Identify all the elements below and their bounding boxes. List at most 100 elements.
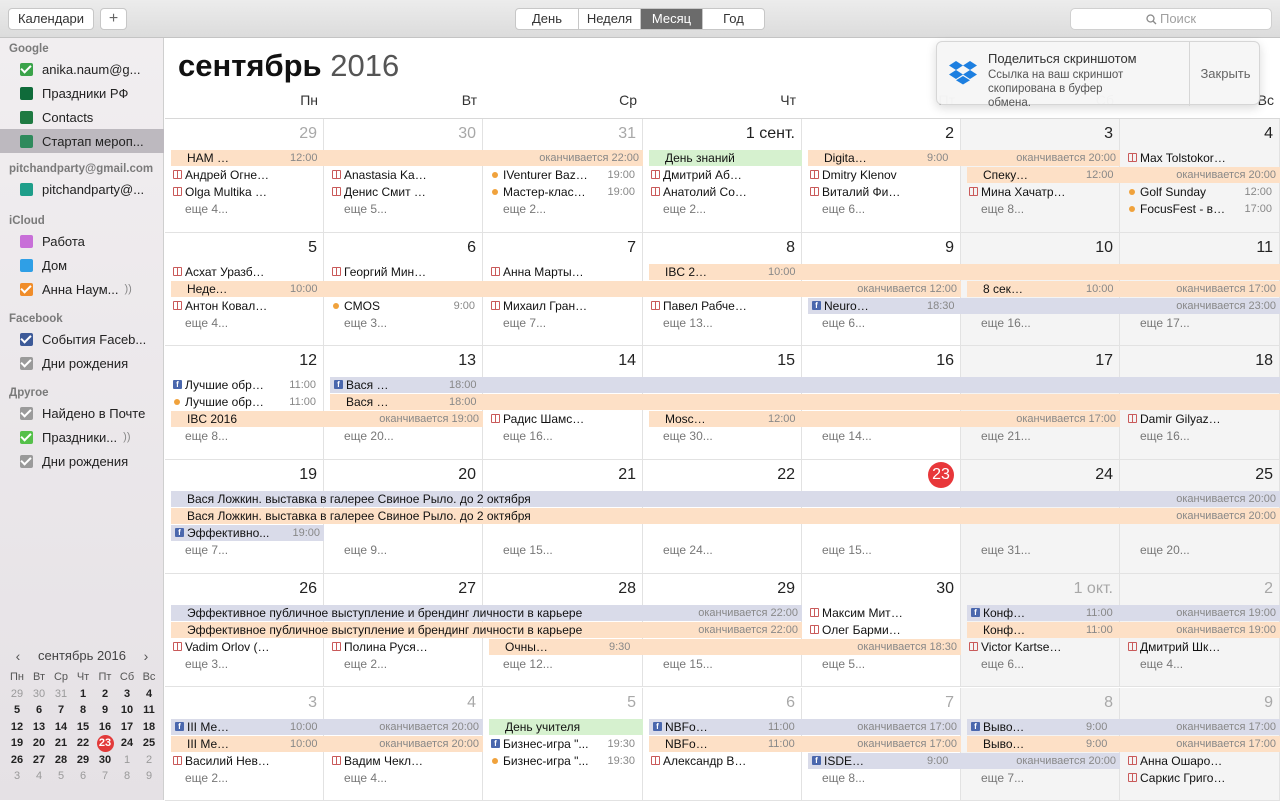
calendar-event[interactable]: Вася Ложкин. выставка в галерее Свиное Р… [171,491,1280,507]
mini-day[interactable]: 30 [28,686,50,703]
mini-day[interactable]: 2 [138,752,160,769]
calendar-checkbox[interactable] [20,183,33,196]
sidebar-calendar-item[interactable]: Анна Наум...)) [0,277,164,301]
mini-day[interactable]: 19 [6,735,28,752]
mini-day[interactable]: 6 [72,768,94,785]
mini-day[interactable]: 2 [94,686,116,703]
calendar-event[interactable]: fNeurohack 2.018:30оканчивается 23:00 [808,298,1280,314]
mini-day[interactable]: 7 [94,768,116,785]
calendar-event[interactable]: 8 секретов ма...10:00оканчивается 17:00 [967,281,1280,297]
sidebar-calendar-item[interactable]: События Faceb... [0,327,164,351]
calendar-checkbox[interactable] [20,135,33,148]
view-tab-0[interactable]: День [516,9,578,29]
mini-day[interactable]: 20 [28,735,50,752]
calendar-event[interactable]: CMOS9:00 [328,298,479,314]
calendar-event[interactable]: fЛучшие образ...11:00 [169,377,320,393]
more-events-link[interactable]: еще 6... [806,315,957,331]
calendar-event[interactable]: Digital Marketin...9:00оканчивается 20:0… [808,150,1120,166]
more-events-link[interactable]: еще 15... [647,656,798,672]
mini-day[interactable]: 22 [72,735,94,752]
mini-day[interactable]: 25 [138,735,160,752]
mini-day[interactable]: 18 [138,719,160,736]
calendar-event[interactable]: III Междунаро...10:00оканчивается 20:00 [171,736,483,752]
calendar-event[interactable]: fВася Ложкин...18:00 [330,377,1280,393]
more-events-link[interactable]: еще 13... [647,315,798,331]
more-events-link[interactable]: еще 3... [169,656,320,672]
calendar-event[interactable]: IBC 2016оканчивается 19:00 [171,411,483,427]
calendar-event[interactable]: fNBForum LIV...11:00оканчивается 17:00 [649,719,961,735]
more-events-link[interactable]: еще 16... [487,428,639,444]
calendars-button[interactable]: Календари [8,8,94,30]
sidebar-calendar-item[interactable]: Дом [0,253,164,277]
calendar-event[interactable]: Анна Мартынова (26... [487,264,639,280]
more-events-link[interactable]: еще 20... [1124,542,1276,558]
calendar-event[interactable]: fКонференци...11:00оканчивается 19:00 [967,605,1280,621]
calendar-event[interactable]: fIII Междунар...10:00оканчивается 20:00 [171,719,483,735]
more-events-link[interactable]: еще 4... [328,770,479,786]
mini-day[interactable]: 1 [72,686,94,703]
mini-day[interactable]: 4 [138,686,160,703]
calendar-event[interactable]: Max Tolstokorov (41)... [1124,150,1276,166]
more-events-link[interactable]: еще 17... [1124,315,1276,331]
mini-day[interactable]: 3 [116,686,138,703]
mini-day[interactable]: 11 [138,702,160,719]
more-events-link[interactable]: еще 15... [806,542,957,558]
calendar-event[interactable]: Олег Бармин (36) —... [806,622,957,638]
calendar-event[interactable]: Александр Васильев... [647,753,798,769]
calendar-event[interactable]: Olga Multika (30) — Д... [169,184,320,200]
calendar-checkbox[interactable] [20,63,33,76]
calendar-event[interactable]: FocusFest - вы...17:00 [1124,201,1276,217]
calendar-event[interactable]: Anastasia Kaburova (... [328,167,479,183]
calendar-event[interactable]: fБизнес-игра "...19:30 [487,736,639,752]
calendar-checkbox[interactable] [20,259,33,272]
more-events-link[interactable]: еще 21... [965,428,1116,444]
calendar-event[interactable]: День знаний [649,150,802,166]
calendar-event[interactable]: Вася Ложкин. выставка в галерее Свиное Р… [171,508,1280,524]
sidebar-calendar-item[interactable]: Праздники РФ [0,81,164,105]
calendar-event[interactable]: Эффективное публичное выступление и брен… [171,622,802,638]
sidebar-calendar-item[interactable]: Работа [0,229,164,253]
mini-day[interactable]: 17 [116,719,138,736]
more-events-link[interactable]: еще 5... [328,201,479,217]
calendar-event[interactable]: fISDEF 20169:00оканчивается 20:00 [808,753,1120,769]
calendar-event[interactable]: Очный интенси...9:30оканчивается 18:30 [489,639,961,655]
calendar-event[interactable]: Максим Митусов (32... [806,605,957,621]
calendar-checkbox[interactable] [20,235,33,248]
more-events-link[interactable]: еще 3... [328,315,479,331]
mini-day[interactable]: 31 [50,686,72,703]
mini-day[interactable]: 24 [116,735,138,752]
calendar-event[interactable]: Асхат Уразбаев (39)... [169,264,320,280]
search-field[interactable]: Поиск [1070,8,1272,30]
calendar-checkbox[interactable] [20,87,33,100]
view-tab-2[interactable]: Месяц [640,9,702,29]
calendar-event[interactable]: NBForum LIVE...11:00оканчивается 17:00 [649,736,961,752]
more-events-link[interactable]: еще 8... [806,770,957,786]
calendar-event[interactable]: IBC 201610:00 [649,264,1280,280]
calendar-event[interactable]: Эффективное публичное выступление и брен… [171,605,802,621]
sidebar-calendar-item[interactable]: Дни рождения [0,351,164,375]
calendar-event[interactable]: Dmitry Klenov [806,167,957,183]
calendar-event[interactable]: Бизнес-игра "...19:30 [487,753,639,769]
calendar-event[interactable]: IVenturer Baza...19:00 [487,167,639,183]
calendar-event[interactable]: Михаил Гранкин (33)... [487,298,639,314]
calendar-event[interactable]: Спекулятивна...12:00оканчивается 20:00 [967,167,1280,183]
more-events-link[interactable]: еще 20... [328,428,479,444]
calendar-event[interactable]: НАМ 1 ГОД! 1+...12:00оканчивается 22:00 [171,150,643,166]
view-tab-3[interactable]: Год [702,9,764,29]
calendar-event[interactable]: Конференция...11:00оканчивается 19:00 [967,622,1280,638]
more-events-link[interactable]: еще 4... [1124,656,1276,672]
more-events-link[interactable]: еще 30... [647,428,798,444]
mini-day[interactable]: 9 [94,702,116,719]
mini-day[interactable]: 5 [6,702,28,719]
calendar-checkbox[interactable] [20,455,33,468]
more-events-link[interactable]: еще 7... [965,770,1116,786]
more-events-link[interactable]: еще 9... [328,542,479,558]
more-events-link[interactable]: еще 2... [328,656,479,672]
calendar-event[interactable]: Вывод компани...9:00оканчивается 17:00 [967,736,1280,752]
calendar-event[interactable]: Полина Русяева-Цы... [328,639,479,655]
mini-day[interactable]: 9 [138,768,160,785]
more-events-link[interactable]: еще 4... [169,201,320,217]
calendar-checkbox[interactable] [20,431,33,444]
more-events-link[interactable]: еще 8... [965,201,1116,217]
calendar-event[interactable]: День учителя [489,719,643,735]
